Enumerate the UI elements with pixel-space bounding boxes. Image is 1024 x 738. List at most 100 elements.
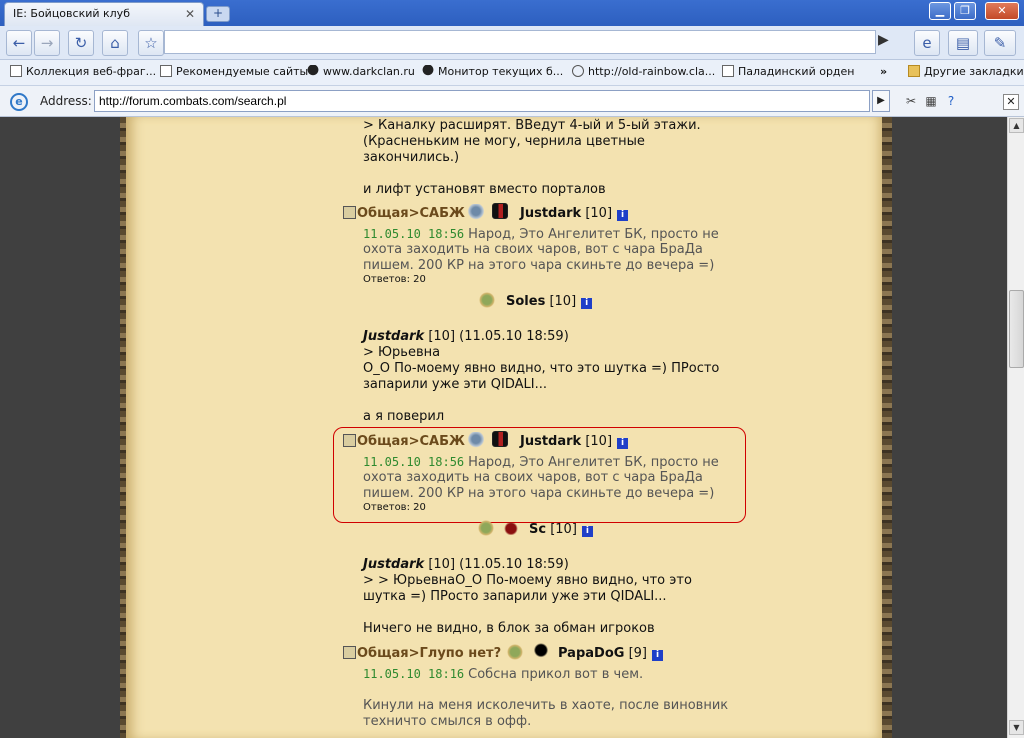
skull-icon bbox=[422, 65, 434, 77]
thread-date: 11.05.10 18:56 bbox=[363, 227, 465, 241]
page-icon bbox=[10, 65, 22, 77]
title-bar: IE: Бойцовский клуб ✕ + ▁ ❐ ✕ bbox=[0, 0, 1024, 26]
thread-category-link[interactable]: Общая>САБЖ bbox=[343, 206, 465, 221]
wrench-menu-icon[interactable]: ✎ bbox=[984, 30, 1016, 56]
address-label: Address: bbox=[40, 94, 92, 108]
scroll-up-icon[interactable]: ▲ bbox=[1009, 118, 1024, 133]
tools-icon[interactable]: ✂ bbox=[904, 94, 918, 108]
maximize-button[interactable]: ❐ bbox=[954, 2, 976, 20]
thread-category-link[interactable]: Общая>САБЖ bbox=[343, 434, 465, 449]
info-icon[interactable]: i bbox=[651, 650, 663, 661]
vertical-scrollbar[interactable]: ▲ ▼ bbox=[1007, 117, 1024, 738]
minimize-button[interactable]: ▁ bbox=[929, 2, 951, 20]
bookmark-item[interactable]: Коллекция веб-фраг... bbox=[10, 65, 156, 78]
bookmark-item[interactable]: Рекомендуемые сайты bbox=[160, 65, 308, 78]
align-icon bbox=[478, 520, 494, 536]
quote-author: Justdark bbox=[363, 557, 425, 572]
align-icon bbox=[507, 644, 523, 660]
info-icon[interactable]: i bbox=[617, 210, 629, 221]
scroll-thumb[interactable] bbox=[1009, 290, 1024, 368]
user-info: PapaDoG [9] i bbox=[558, 646, 663, 661]
thread-category: Общая>Глупо нет? bbox=[357, 646, 502, 661]
thread-text-line: Народ, Это Ангелитет БК, просто не bbox=[468, 227, 719, 242]
new-tab-button[interactable]: + bbox=[206, 6, 230, 22]
page-content: > Каналку расширят. ВВедут 4-ый и 5-ый э… bbox=[0, 117, 1007, 738]
address-input[interactable]: http://forum.combats.com/search.pl bbox=[94, 90, 870, 112]
go-arrow-icon[interactable]: ▶ bbox=[878, 32, 889, 48]
clan-icon bbox=[492, 431, 508, 447]
thread-text: 11.05.10 18:56 Народ, Это Ангелитет БК, п… bbox=[363, 454, 719, 471]
forward-button[interactable]: → bbox=[34, 30, 60, 56]
user-info: Soles [10] i bbox=[506, 294, 593, 309]
thread-text-line: пишем. 200 КР на этого чара скиньте до в… bbox=[363, 258, 715, 273]
thread-text: 11.05.10 18:56 Народ, Это Ангелитет БК, п… bbox=[363, 226, 719, 243]
quote-meta: [10] (11.05.10 18:59) bbox=[428, 557, 569, 572]
bookmark-label: www.darkclan.ru bbox=[323, 65, 415, 78]
user-name[interactable]: PapaDoG bbox=[558, 646, 624, 661]
page-menu-icon[interactable]: ▤ bbox=[948, 30, 978, 56]
address-go-button[interactable]: ▶ bbox=[872, 90, 890, 112]
thread-text-line: Народ, Это Ангелитет БК, просто не bbox=[468, 455, 719, 470]
help-icon[interactable]: ? bbox=[944, 94, 958, 108]
thread-text-line: пишем. 200 КР на этого чара скиньте до в… bbox=[363, 486, 715, 501]
post-text: (Красненьким не могу, чернила цветные bbox=[363, 134, 645, 149]
align-dark-icon bbox=[503, 519, 519, 535]
tab-title: IE: Бойцовский клуб bbox=[13, 7, 130, 20]
user-info: Justdark [10] i bbox=[520, 206, 629, 221]
thread-text: 11.05.10 18:16 Собсна прикол вот в чем. bbox=[363, 666, 643, 683]
tab-active[interactable]: IE: Бойцовский клуб ✕ bbox=[4, 2, 204, 26]
post-text: > Юрьевна bbox=[363, 345, 441, 360]
user-name[interactable]: Justdark bbox=[520, 434, 581, 449]
info-icon[interactable]: i bbox=[581, 526, 593, 537]
thread-category-link[interactable]: Общая>Глупо нет? bbox=[343, 646, 501, 661]
user-info: Sc [10] i bbox=[529, 522, 593, 537]
page-icon bbox=[722, 65, 734, 77]
thread-text-line: Собсна прикол вот в чем. bbox=[468, 667, 644, 682]
user-level: [10] bbox=[585, 434, 613, 449]
info-icon[interactable]: i bbox=[617, 438, 629, 449]
user-name[interactable]: Justdark bbox=[520, 206, 581, 221]
quote-meta: [10] (11.05.10 18:59) bbox=[428, 329, 569, 344]
bookmark-item[interactable]: Паладинский орден bbox=[722, 65, 855, 78]
answers-count: Ответов: 20 bbox=[363, 502, 426, 513]
back-button[interactable]: ← bbox=[6, 30, 32, 56]
bookmark-item[interactable]: http://old-rainbow.cla... bbox=[572, 65, 715, 78]
bookmark-item[interactable]: www.darkclan.ru bbox=[307, 65, 415, 78]
align-angel-icon bbox=[468, 432, 484, 448]
align-shadow-icon bbox=[533, 643, 549, 659]
page-icon bbox=[160, 65, 172, 77]
post-text: закончились.) bbox=[363, 150, 460, 165]
close-window-button[interactable]: ✕ bbox=[985, 2, 1019, 20]
thread-text-line: Кинули на меня исколечить в хаоте, после… bbox=[363, 698, 729, 713]
close-ie-bar-icon[interactable]: ✕ bbox=[1003, 94, 1019, 110]
bookmark-label: http://old-rainbow.cla... bbox=[588, 65, 716, 78]
tab-close-icon[interactable]: ✕ bbox=[185, 7, 195, 21]
user-level: [9] bbox=[628, 646, 647, 661]
bookmark-item[interactable]: Монитор текущих б... bbox=[422, 65, 563, 78]
globe-icon bbox=[572, 65, 584, 77]
info-icon[interactable]: i bbox=[581, 298, 593, 309]
bookmark-star-icon[interactable]: ☆ bbox=[138, 30, 164, 56]
bookmark-label: Рекомендуемые сайты bbox=[176, 65, 309, 78]
home-button[interactable]: ⌂ bbox=[102, 30, 128, 56]
user-name[interactable]: Soles bbox=[506, 294, 545, 309]
forum-category-icon bbox=[343, 206, 356, 219]
thread-text-line: техничто смылся в офф. bbox=[363, 714, 532, 729]
bookmarks-bar: Коллекция веб-фраг... Рекомендуемые сайт… bbox=[0, 60, 1024, 86]
omnibox[interactable] bbox=[164, 30, 876, 54]
thread-category: Общая>САБЖ bbox=[357, 434, 465, 449]
thread-text-line: охота заходить на своих чаров, вот с чар… bbox=[363, 242, 703, 257]
ie-tab-icon[interactable]: e bbox=[914, 30, 940, 56]
compat-icon[interactable]: ▦ bbox=[924, 94, 938, 108]
other-bookmarks[interactable]: Другие закладки bbox=[908, 65, 1024, 78]
post-text: шутка =) ПРосто запарили уже эти QIDALI.… bbox=[363, 589, 667, 604]
answers-count: Ответов: 20 bbox=[363, 274, 426, 285]
ie-logo-icon: e bbox=[10, 93, 28, 111]
bookmarks-overflow-icon[interactable]: » bbox=[880, 65, 887, 78]
scroll-down-icon[interactable]: ▼ bbox=[1009, 720, 1024, 735]
parchment-edge-right bbox=[882, 117, 892, 738]
user-name[interactable]: Sc bbox=[529, 522, 546, 537]
post-text: Ничего не видно, в блок за обман игроков bbox=[363, 621, 655, 636]
user-level: [10] bbox=[549, 294, 577, 309]
reload-button[interactable]: ↻ bbox=[68, 30, 94, 56]
